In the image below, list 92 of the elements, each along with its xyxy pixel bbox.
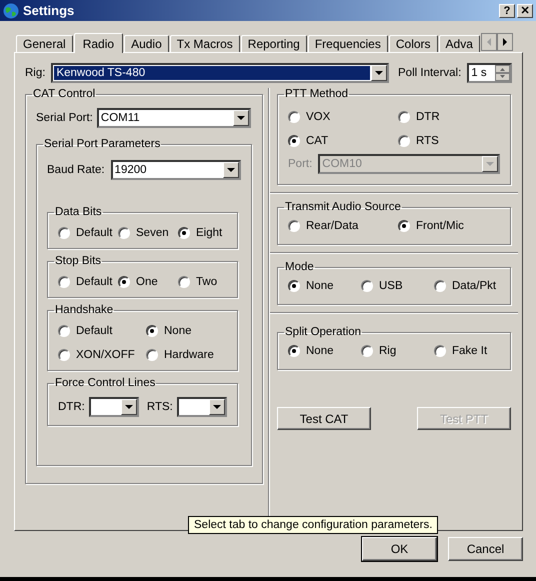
radio-button[interactable]	[146, 349, 158, 361]
group-title: Serial Port Parameters	[43, 138, 162, 150]
radio-option[interactable]: XON/XOFF	[58, 346, 146, 364]
radio-button[interactable]	[288, 135, 300, 147]
port-label: Port:	[288, 158, 312, 170]
serial-port-dropdown[interactable]: COM11	[96, 108, 251, 128]
globe-icon	[3, 2, 19, 18]
radio-button[interactable]	[178, 227, 190, 239]
radio-button[interactable]	[361, 345, 373, 357]
group-title: Data Bits	[54, 206, 103, 218]
radio-button[interactable]	[398, 220, 410, 232]
radio-option[interactable]: Seven	[118, 224, 178, 242]
radio-button[interactable]	[118, 227, 130, 239]
caret-icon	[236, 116, 245, 120]
tab[interactable]: Adva	[438, 35, 480, 52]
group-title: Transmit Audio Source	[284, 201, 402, 213]
tab[interactable]: Tx Macros	[170, 35, 240, 52]
spin-down-icon[interactable]	[495, 73, 510, 81]
radio-button[interactable]	[58, 276, 70, 288]
radio-button[interactable]	[434, 280, 446, 292]
radio-option[interactable]: Front/Mic	[398, 217, 508, 235]
caret-icon	[124, 405, 133, 409]
radio-option[interactable]: Fake It	[434, 342, 507, 360]
radio-button[interactable]	[361, 280, 373, 292]
poll-interval-label: Poll Interval:	[398, 67, 462, 79]
radio-option[interactable]: Eight	[178, 224, 238, 242]
radio-option[interactable]: RTS	[398, 132, 508, 150]
group-title: PTT Method	[284, 88, 350, 100]
radio-option[interactable]: None	[288, 277, 361, 295]
caret-icon	[227, 168, 235, 172]
group-title: Force Control Lines	[54, 377, 156, 389]
group-title: Handshake	[54, 304, 114, 316]
radio-option[interactable]: DTR	[398, 108, 508, 126]
radio-option[interactable]: Default	[58, 273, 118, 291]
rts-label: RTS:	[146, 401, 173, 413]
tab[interactable]: Radio	[74, 33, 124, 53]
tab[interactable]: General	[16, 35, 73, 52]
radio-option[interactable]: Rear/Data	[288, 217, 398, 235]
tab[interactable]: Frequencies	[308, 35, 388, 52]
baud-rate-label: Baud Rate:	[47, 164, 105, 176]
radio-button[interactable]	[58, 349, 70, 361]
scroll-right-icon[interactable]	[496, 33, 513, 51]
radio-button[interactable]	[288, 345, 300, 357]
dtr-label: DTR:	[58, 401, 85, 413]
baud-rate-dropdown[interactable]: 19200	[110, 160, 241, 180]
serial-port-label: Serial Port:	[36, 112, 93, 124]
radio-button[interactable]	[288, 220, 300, 232]
radio-option[interactable]: Rig	[361, 342, 434, 360]
radio-button[interactable]	[398, 135, 410, 147]
radio-button[interactable]	[434, 345, 446, 357]
poll-interval-spinbox[interactable]: 1 s	[467, 63, 512, 83]
rts-dropdown[interactable]	[176, 397, 227, 417]
radio-option[interactable]: Hardware	[146, 346, 234, 364]
radio-button[interactable]	[178, 276, 190, 288]
spin-up-icon[interactable]	[495, 65, 510, 73]
radio-option[interactable]: VOX	[288, 108, 398, 126]
radio-option[interactable]: USB	[361, 277, 434, 295]
radio-option[interactable]: None	[146, 322, 234, 340]
radio-button[interactable]	[146, 325, 158, 337]
caret-icon	[212, 405, 221, 409]
tab[interactable]: Colors	[388, 35, 438, 52]
cancel-button[interactable]: Cancel	[448, 537, 523, 561]
group-title: Stop Bits	[54, 255, 102, 267]
group-title: Split Operation	[284, 326, 362, 338]
radio-button[interactable]	[58, 325, 70, 337]
tab[interactable]: Audio	[124, 35, 169, 52]
radio-option[interactable]: One	[118, 273, 178, 291]
radio-option[interactable]: None	[288, 342, 361, 360]
radio-option[interactable]: CAT	[288, 132, 398, 150]
radio-option[interactable]: Two	[178, 273, 238, 291]
dtr-dropdown[interactable]	[88, 397, 139, 417]
window-title: Settings	[23, 3, 74, 18]
tooltip: Select tab to change configuration parameters.	[188, 516, 438, 534]
caret-icon	[486, 162, 494, 166]
radio-option[interactable]: Default	[58, 224, 118, 242]
caret-icon	[375, 71, 384, 75]
group-title: Mode	[284, 261, 315, 273]
radio-button[interactable]	[398, 111, 410, 123]
help-button[interactable]: ?	[499, 4, 515, 18]
radio-option[interactable]: Data/Pkt	[434, 277, 507, 295]
radio-button[interactable]	[58, 227, 70, 239]
radio-option[interactable]: Default	[58, 322, 146, 340]
ok-button[interactable]: OK	[362, 537, 437, 561]
rig-dropdown[interactable]: Kenwood TS-480	[51, 63, 390, 83]
rig-label: Rig:	[25, 67, 46, 79]
radio-button[interactable]	[288, 111, 300, 123]
radio-button[interactable]	[288, 280, 300, 292]
tab[interactable]: Reporting	[240, 35, 307, 52]
close-button[interactable]: ✕	[517, 4, 533, 18]
radio-button[interactable]	[118, 276, 130, 288]
group-title: CAT Control	[32, 88, 96, 100]
test-cat-button[interactable]: Test CAT	[277, 407, 371, 430]
